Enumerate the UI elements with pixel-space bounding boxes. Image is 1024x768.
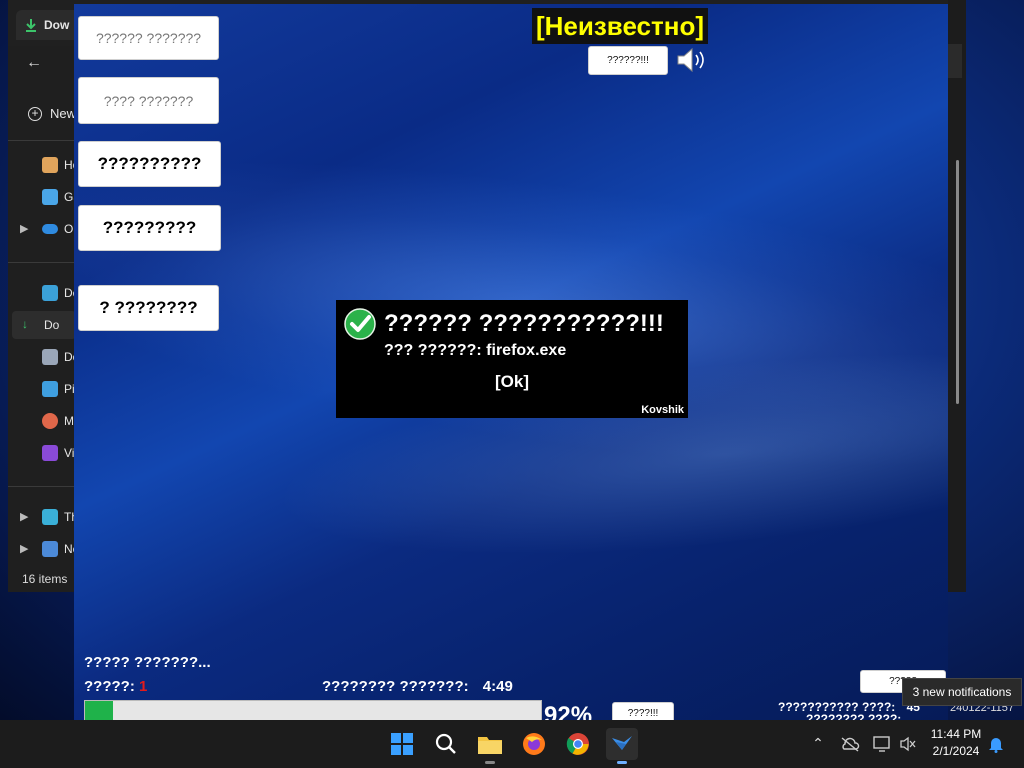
explorer-tab[interactable]: Dow	[16, 10, 80, 40]
cloud-offline-icon[interactable]	[838, 732, 862, 756]
cloud-icon	[841, 737, 860, 752]
documents-icon	[42, 349, 58, 365]
nav-item-label: M	[64, 414, 74, 428]
divider	[8, 140, 74, 141]
notification-toast[interactable]: 3 new notifications	[902, 678, 1022, 706]
chevron-right-icon[interactable]: ▶	[20, 222, 28, 235]
top-action-button[interactable]: ??????!!!	[588, 46, 668, 75]
download-icon	[26, 19, 36, 32]
firefox-button[interactable]	[518, 728, 550, 760]
button-label: ? ????????	[99, 298, 198, 317]
item-count: 16 items	[22, 572, 68, 586]
time-label: ???????? ???????:	[322, 678, 469, 695]
divider	[8, 486, 74, 487]
nav-item-downloads[interactable]: ↓ Do	[12, 311, 76, 339]
back-arrow-icon[interactable]: ←	[26, 54, 42, 72]
folder-icon	[478, 737, 502, 754]
dialog-title: ?????? ???????????!!!	[384, 310, 664, 337]
active-app-button[interactable]	[606, 728, 638, 764]
time-value: 4:49	[482, 678, 513, 695]
attempts-label: ?????:	[84, 678, 135, 695]
pictures-icon	[42, 381, 58, 397]
chevron-right-icon[interactable]: ▶	[20, 542, 28, 555]
windows-logo-icon	[391, 733, 413, 755]
right-info-label-2: ???????? ????:	[806, 712, 902, 720]
button-label: ????!!!	[627, 707, 659, 719]
ok-button[interactable]: [Ok]	[336, 372, 688, 392]
bell-icon	[989, 738, 1003, 753]
chevron-right-icon[interactable]: ▶	[20, 510, 28, 523]
nav-item-label: Vi	[64, 446, 75, 460]
attempts-value: 1	[138, 678, 148, 695]
button-label: ??????!!!	[607, 55, 649, 66]
dialog-brand: Kovshik	[641, 404, 684, 416]
new-button-label: New	[50, 106, 77, 121]
search-button[interactable]	[430, 728, 462, 760]
menu-button-2[interactable]: ???? ???????	[78, 77, 219, 124]
bottom-action-button[interactable]: ????!!!	[612, 702, 674, 720]
search-box[interactable]	[948, 44, 962, 78]
button-label: ??????????	[97, 154, 202, 173]
attempts-row: ?????: 1	[84, 678, 147, 695]
notification-bell-icon[interactable]	[984, 732, 1008, 756]
time-row: ???????? ???????: 4:49	[322, 678, 513, 695]
home-icon	[42, 157, 58, 173]
progress-percent: 92%	[544, 702, 593, 720]
monitor-icon	[873, 736, 890, 752]
taskbar-clock[interactable]: 11:44 PM 2/1/2024	[926, 726, 986, 760]
button-label: ?????????	[102, 218, 197, 237]
menu-button-3[interactable]: ??????????	[78, 141, 221, 187]
progress-bar	[84, 700, 542, 720]
menu-button-4[interactable]: ?????????	[78, 205, 221, 251]
plus-circle-icon: +	[28, 106, 42, 121]
message-dialog: ?????? ???????????!!! ??? ??????: firefo…	[336, 300, 688, 418]
running-indicator	[485, 761, 495, 764]
clock-time: 11:44 PM	[930, 727, 982, 741]
search-icon	[435, 733, 456, 754]
chevron-up-icon[interactable]: ⌃	[806, 732, 830, 756]
network-tray-icon[interactable]	[870, 732, 894, 756]
running-indicator	[617, 761, 627, 764]
downloads-icon: ↓	[22, 317, 28, 331]
speaker-muted-icon	[900, 736, 916, 752]
menu-button-5[interactable]: ? ????????	[78, 285, 219, 331]
new-button[interactable]: + New	[28, 106, 76, 121]
clock-date: 2/1/2024	[932, 744, 980, 758]
progress-fill	[85, 701, 114, 720]
nav-item-label: Do	[44, 318, 60, 332]
app-title: [Неизвестно]	[532, 8, 708, 44]
menu-button-1[interactable]: ?????? ???????	[78, 16, 219, 60]
divider	[8, 262, 74, 263]
button-label: ?????? ???????	[95, 30, 202, 46]
onedrive-icon	[42, 224, 58, 234]
gallery-icon	[42, 189, 58, 205]
start-button[interactable]	[386, 728, 418, 760]
firefox-icon	[523, 733, 545, 755]
dialog-subtitle: ??? ??????: firefox.exe	[384, 342, 567, 359]
checkmark-icon	[344, 308, 376, 340]
desktop-icon	[42, 285, 58, 301]
volume-muted-icon[interactable]	[896, 732, 920, 756]
right-info-row-2: ???????? ????:	[806, 712, 901, 720]
taskbar: ⌃ 11:44 PM 2/1/2024	[0, 720, 1024, 768]
network-icon	[42, 541, 58, 557]
status-line: ????? ???????...	[84, 654, 211, 671]
explorer-tab-title: Dow	[44, 18, 70, 32]
file-explorer-button[interactable]	[474, 728, 506, 764]
speaker-icon[interactable]	[676, 46, 710, 74]
chrome-icon	[566, 733, 589, 755]
app-bird-icon	[612, 736, 632, 750]
chrome-button[interactable]	[562, 728, 594, 760]
button-label: ???? ???????	[103, 92, 194, 109]
videos-icon	[42, 445, 58, 461]
this-pc-icon	[42, 509, 58, 525]
scrollbar[interactable]	[956, 160, 959, 404]
music-icon	[42, 413, 58, 429]
app-window: ?????? ??????? ???? ??????? ?????????? ?…	[74, 4, 948, 720]
